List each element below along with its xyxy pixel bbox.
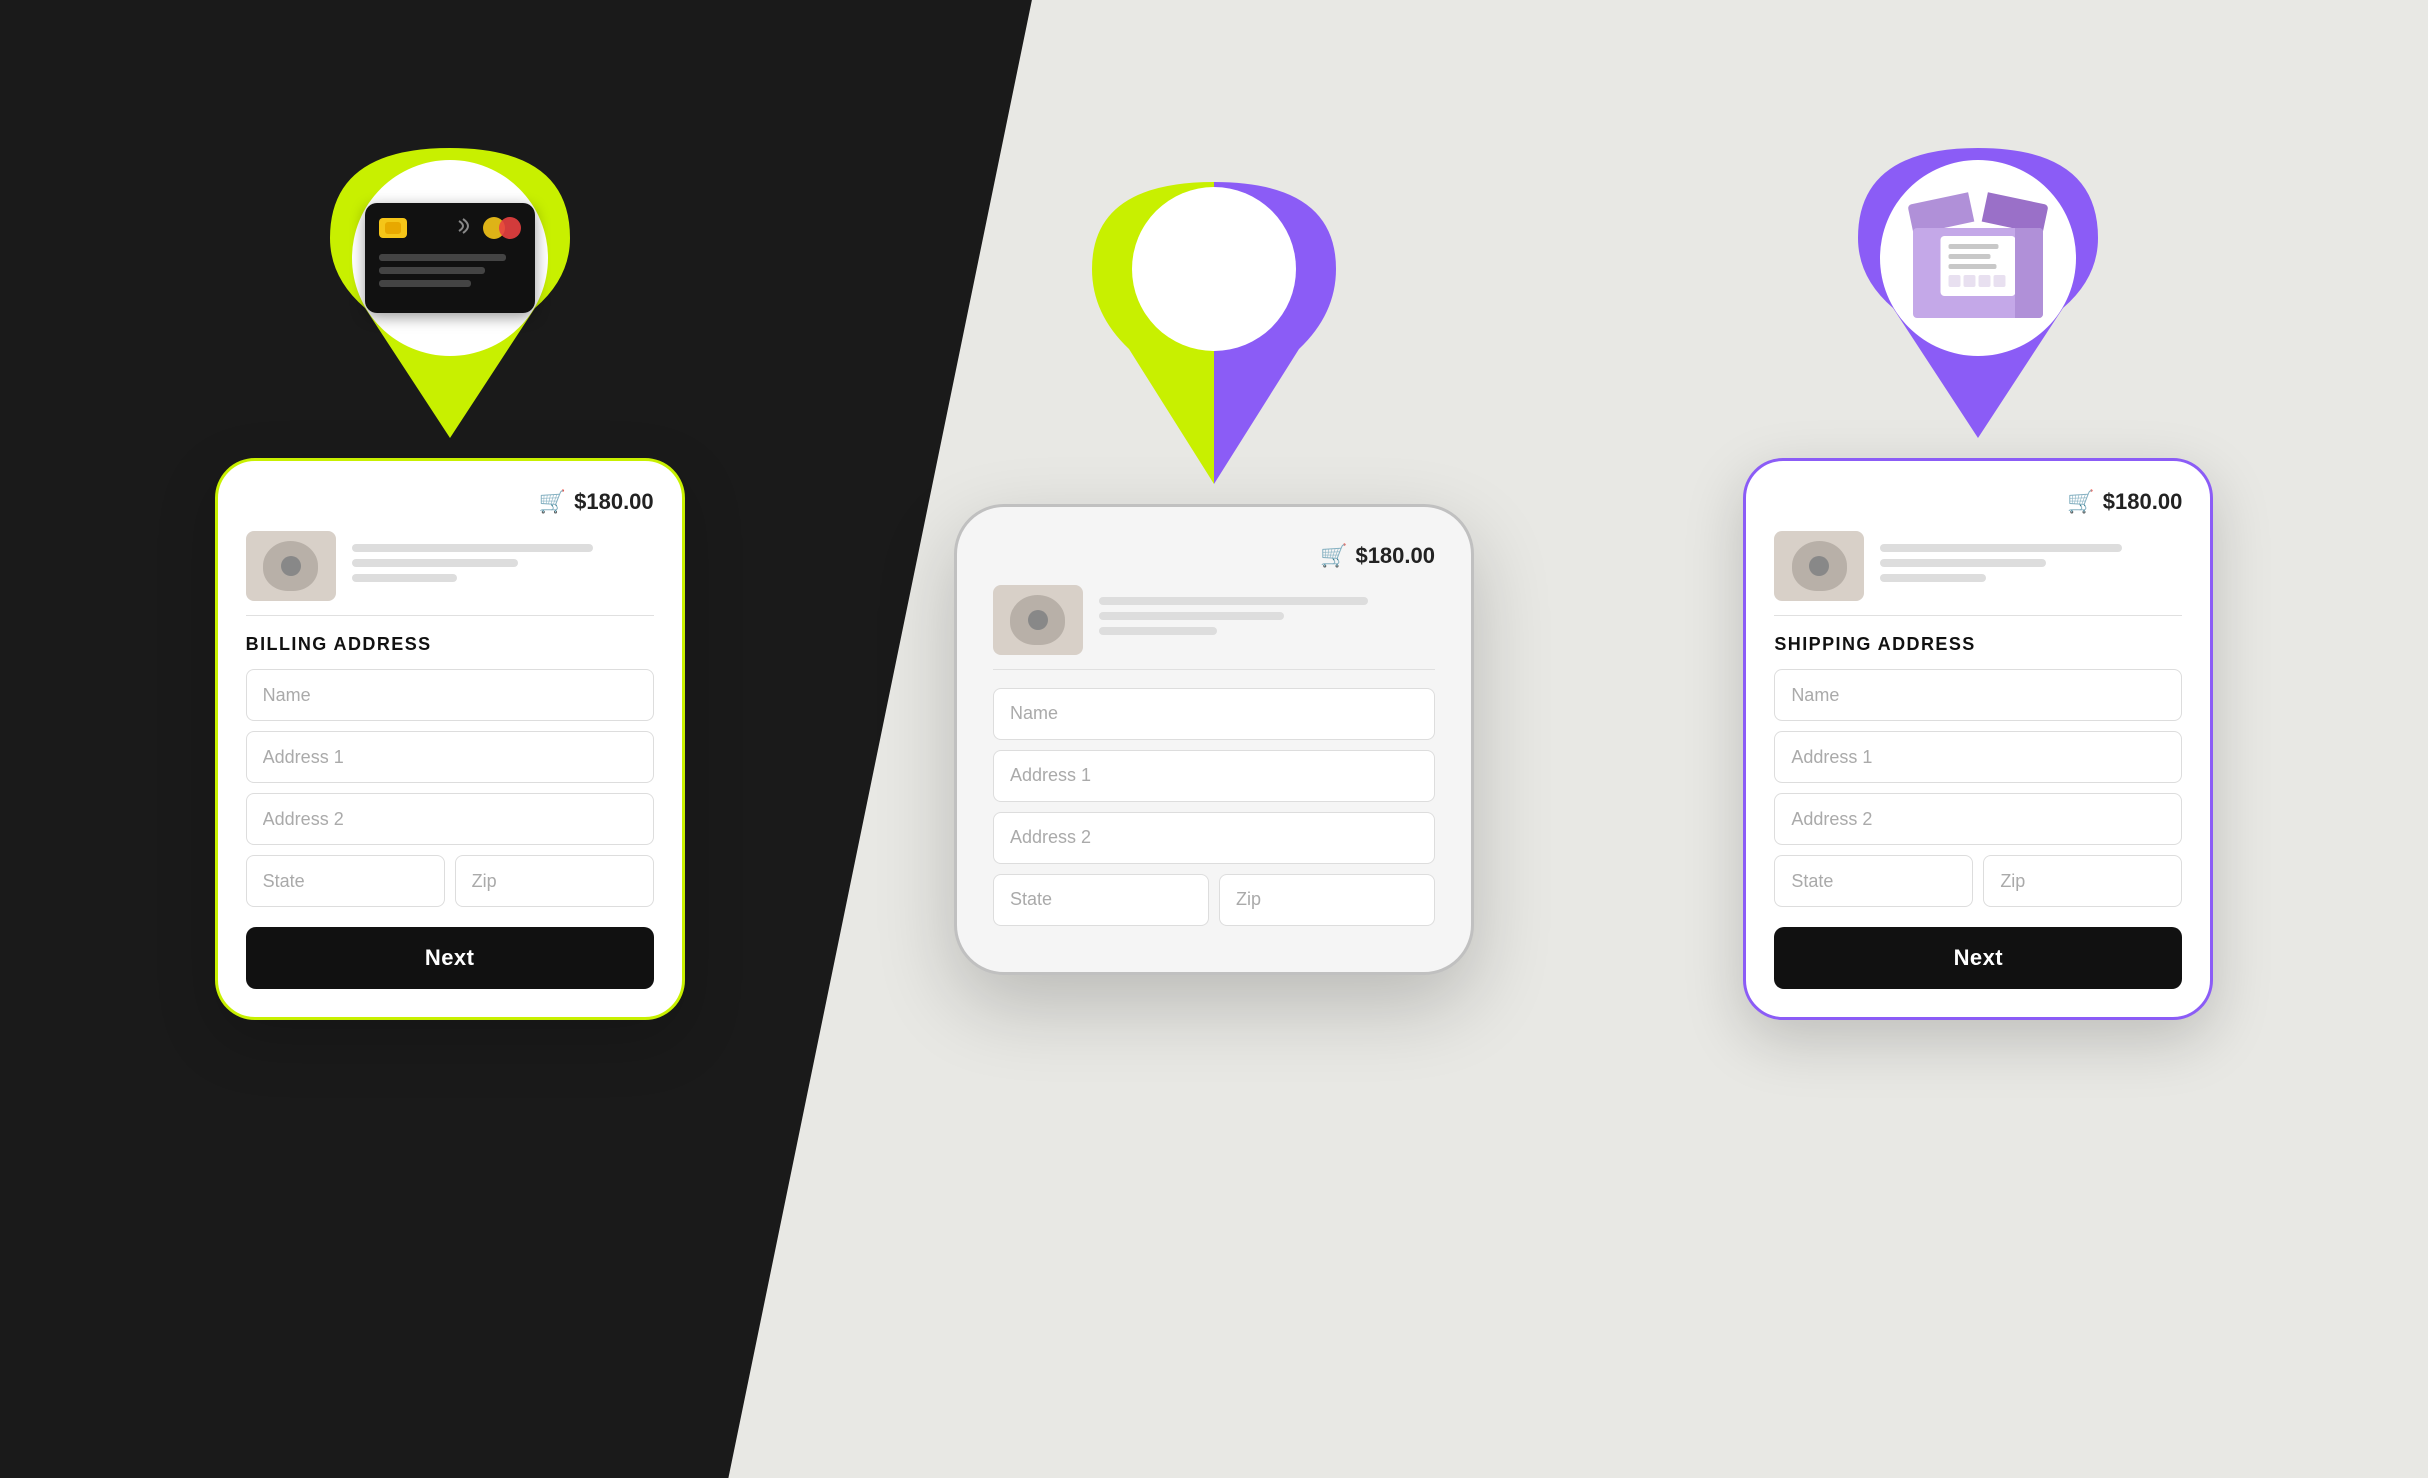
nfc-icon: [451, 215, 473, 237]
shipping-address2-input[interactable]: [1774, 793, 2182, 845]
shipping-zip-input[interactable]: [1983, 855, 2182, 907]
middle-address2-input[interactable]: [993, 812, 1435, 864]
billing-phone-frame: 🛒 $180.00 BILLING ADDRESS: [215, 458, 685, 1020]
billing-address2-input[interactable]: [246, 793, 654, 845]
billing-name-input[interactable]: [246, 669, 654, 721]
billing-product-row: [246, 531, 654, 616]
shipping-state-input[interactable]: [1774, 855, 1973, 907]
shipping-address1-input[interactable]: [1774, 731, 2182, 783]
shipping-product-thumb: [1774, 531, 1864, 601]
shipping-product-row: [1774, 531, 2182, 616]
shipping-product-info: [1880, 544, 2182, 589]
chip-icon: [379, 218, 407, 238]
shipping-state-zip-row: [1774, 855, 2182, 907]
middle-speaker-image: [1010, 595, 1065, 645]
shipping-next-button[interactable]: Next: [1774, 927, 2182, 989]
middle-address1-input[interactable]: [993, 750, 1435, 802]
middle-name-input[interactable]: [993, 688, 1435, 740]
shipping-box-icon: [1898, 188, 2058, 328]
billing-card: 🛒 $180.00 BILLING ADDRESS: [215, 458, 685, 1020]
middle-product-row: [993, 585, 1435, 670]
middle-card: 🛒 $180.00: [954, 504, 1474, 975]
shipping-speaker-image: [1792, 541, 1847, 591]
middle-product-info: [1099, 597, 1435, 642]
location-pin: [1074, 164, 1354, 494]
shipping-phone-frame: 🛒 $180.00 SHIPPING ADDRESS: [1743, 458, 2213, 1020]
billing-zip-input[interactable]: [455, 855, 654, 907]
billing-state-input[interactable]: [246, 855, 445, 907]
shipping-price: $180.00: [2103, 489, 2183, 515]
middle-state-zip-row: [993, 874, 1435, 926]
billing-product-thumb: [246, 531, 336, 601]
billing-address1-input[interactable]: [246, 731, 654, 783]
middle-cart-icon: 🛒: [1320, 543, 1347, 569]
shipping-cart-info: 🛒 $180.00: [2067, 489, 2182, 515]
billing-pin: [320, 138, 580, 448]
shipping-card: 🛒 $180.00 SHIPPING ADDRESS: [1743, 458, 2213, 1020]
middle-phone-frame: 🛒 $180.00: [954, 504, 1474, 975]
speaker-image: [263, 541, 318, 591]
shipping-pin: [1848, 138, 2108, 448]
billing-state-zip-row: [246, 855, 654, 907]
credit-card-icon: [365, 203, 535, 313]
cart-icon: 🛒: [539, 489, 566, 515]
middle-cart-info: 🛒 $180.00: [1320, 543, 1435, 569]
middle-zip-input[interactable]: [1219, 874, 1435, 926]
billing-section-label: BILLING ADDRESS: [246, 634, 654, 655]
shipping-section-label: SHIPPING ADDRESS: [1774, 634, 2182, 655]
billing-price: $180.00: [574, 489, 654, 515]
middle-price: $180.00: [1355, 543, 1435, 569]
middle-product-thumb: [993, 585, 1083, 655]
billing-cart-info: 🛒 $180.00: [539, 489, 654, 515]
shipping-cart-icon: 🛒: [2067, 489, 2094, 515]
billing-product-info: [352, 544, 654, 589]
shipping-name-input[interactable]: [1774, 669, 2182, 721]
middle-state-input[interactable]: [993, 874, 1209, 926]
billing-next-button[interactable]: Next: [246, 927, 654, 989]
